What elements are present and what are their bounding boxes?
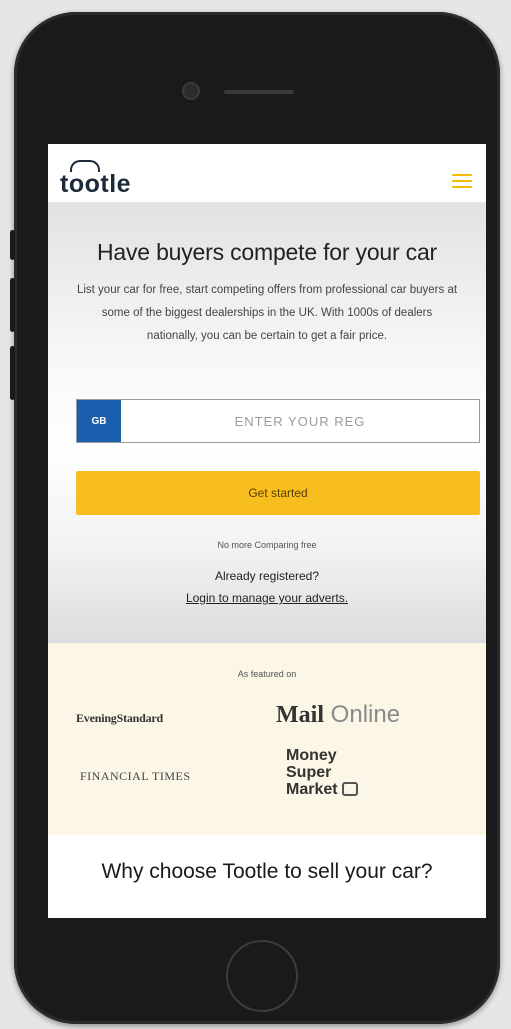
evening-standard-logo: EveningStandard (76, 711, 164, 725)
mail-online-logo: Mail Online (276, 701, 400, 729)
already-registered-text: Already registered? (214, 569, 320, 583)
uk-badge-label: GB (91, 415, 107, 427)
site-header: tootle (48, 144, 486, 203)
mail-logo-part2: Online (330, 701, 401, 728)
login-link[interactable]: Login to manage your adverts. (48, 591, 486, 605)
registration-input[interactable] (121, 400, 479, 442)
why-title: Why choose Tootle to sell your car? (101, 860, 433, 883)
phone-side-button-volume-up (10, 278, 15, 332)
msm-line3: Market (286, 781, 338, 798)
phone-side-button-volume-down (10, 346, 15, 400)
phone-home-button (226, 940, 298, 1012)
featured-label: As featured on (237, 669, 297, 679)
mail-logo-part1: Mail (276, 702, 324, 728)
phone-camera (182, 82, 200, 100)
hamburger-menu-icon[interactable] (452, 174, 472, 188)
phone-frame: tootle Have buyers compete for your car … (10, 12, 500, 1024)
site-logo[interactable]: tootle (60, 170, 131, 199)
hero-section: Have buyers compete for your car List yo… (48, 203, 486, 643)
uk-plate-badge: GB (77, 400, 121, 442)
small-note: No more Comparing free (217, 540, 317, 550)
phone-screen: tootle Have buyers compete for your car … (48, 144, 486, 918)
get-started-button[interactable]: Get started (76, 471, 480, 515)
hero-title: Have buyers compete for your car (96, 239, 438, 265)
msm-card-icon (341, 782, 358, 796)
msm-line2: Super (286, 764, 332, 781)
msm-line1: Money (286, 747, 337, 764)
why-section: Why choose Tootle to sell your car? (48, 835, 486, 918)
financial-times-logo: FINANCIAL TIMES (80, 769, 191, 783)
moneysupermarket-logo: Money Super Market (286, 747, 358, 798)
hero-description: List your car for free, start competing … (76, 284, 458, 342)
phone-side-button-mute (10, 230, 15, 260)
phone-speaker (224, 90, 294, 94)
reg-input-group: GB (76, 399, 480, 443)
featured-section: As featured on EveningStandard Mail Onli… (48, 643, 486, 835)
